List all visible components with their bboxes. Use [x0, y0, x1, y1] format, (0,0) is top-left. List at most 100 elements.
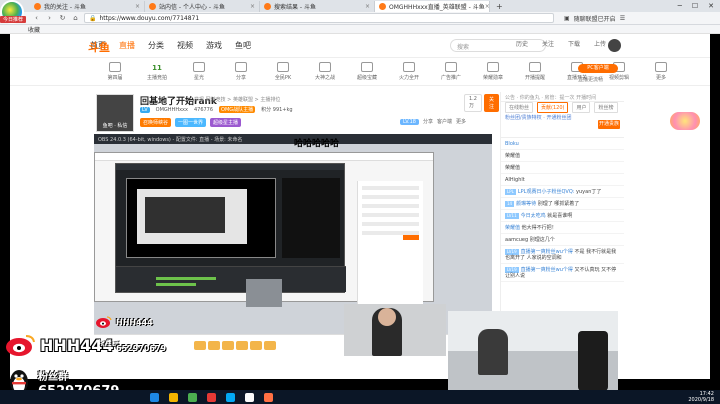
- anchor-tag[interactable]: 超级星主播: [210, 118, 242, 127]
- tab-title: 站内信 - 个人中心 - 斗鱼: [159, 3, 225, 11]
- browser-tab[interactable]: 站内信 - 个人中心 - 斗鱼 ×: [145, 0, 260, 12]
- chat-username[interactable]: 荣耀值: [505, 225, 520, 231]
- browser-tab-active[interactable]: OMGHHHxxx直播_英雄联盟 - 斗鱼 ×: [375, 0, 490, 12]
- gift-icon: [235, 62, 247, 72]
- toolbar-item[interactable]: 大神之战: [308, 62, 342, 81]
- nav-item[interactable]: 视频: [177, 40, 193, 51]
- chart-icon: [109, 62, 121, 72]
- trophy-icon: [319, 62, 331, 72]
- toolbar-item[interactable]: 更多: [644, 62, 678, 81]
- client-button[interactable]: 客户端: [437, 118, 452, 125]
- more-icon: [655, 62, 667, 72]
- extension-icon[interactable]: ▣: [564, 15, 570, 22]
- address-bar: ‹ › ↻ ⌂ 🔒 https://www.douyu.com/7714871 ▣…: [0, 12, 720, 25]
- user-level-badge: LV11: [505, 213, 519, 219]
- toolbar-label: 主播竞拍: [146, 75, 167, 81]
- gift-icon[interactable]: [222, 341, 234, 350]
- qq-group-number: 652970679: [116, 344, 167, 353]
- toolbar-item[interactable]: 荣耀勋章: [476, 62, 510, 81]
- toolbar-item[interactable]: 第四届: [98, 62, 132, 81]
- toolbar-item[interactable]: 全民PK: [266, 62, 300, 81]
- close-tab-icon[interactable]: ×: [135, 3, 140, 10]
- menu-icon[interactable]: ☰: [620, 15, 625, 22]
- chat-username[interactable]: 颜琳等待: [516, 201, 536, 207]
- follow-icon[interactable]: 关注: [542, 39, 554, 48]
- home-icon[interactable]: ⌂: [71, 14, 80, 22]
- browser-tab[interactable]: 我的关注 - 斗鱼 ×: [30, 0, 145, 12]
- qq-icon[interactable]: [226, 392, 235, 402]
- douyu-logo[interactable]: 斗鱼: [88, 39, 110, 55]
- chat-tab[interactable]: 用户: [572, 101, 591, 113]
- chat-username[interactable]: Bloku: [505, 141, 519, 147]
- download-icon[interactable]: 下载: [568, 39, 580, 48]
- close-tab-icon[interactable]: ×: [250, 3, 255, 10]
- close-window-icon[interactable]: ✕: [708, 2, 714, 10]
- chat-username[interactable]: LPL观赛日小子粉丝QVQ:: [518, 189, 575, 195]
- upload-icon[interactable]: 上传: [594, 39, 606, 48]
- user-level-badge: LPL: [505, 189, 516, 195]
- toolbar-item[interactable]: 广告推广: [434, 62, 468, 81]
- nav-item-active[interactable]: 直播: [119, 40, 135, 51]
- nav-item[interactable]: 游戏: [206, 40, 222, 51]
- chat-username[interactable]: 直播第一爽粉丝wu个得: [521, 267, 573, 273]
- toolbar-item[interactable]: 分享: [224, 62, 258, 81]
- toolbar-item[interactable]: 火力全开: [392, 62, 426, 81]
- browser-tab[interactable]: 搜索结果 - 斗鱼 ×: [260, 0, 375, 12]
- follow-button[interactable]: 关注: [483, 94, 499, 112]
- fans-score: 积分 991+kg: [261, 107, 293, 113]
- share-button[interactable]: 分享: [423, 118, 433, 125]
- gift-icon[interactable]: [194, 341, 206, 350]
- gift-list: [194, 341, 276, 350]
- back-icon[interactable]: ‹: [32, 14, 41, 22]
- close-tab-icon[interactable]: ×: [365, 3, 370, 10]
- system-clock[interactable]: 17:42 2020/9/18: [688, 391, 714, 403]
- gift-icon[interactable]: [264, 341, 276, 350]
- anchor-tag[interactable]: 召唤师峡谷: [140, 118, 172, 127]
- gift-icon[interactable]: [236, 341, 248, 350]
- fans-club-button[interactable]: 开通贵族: [598, 120, 620, 129]
- more-button[interactable]: 更多: [456, 118, 466, 125]
- pc-client-button[interactable]: PC客户端: [578, 64, 618, 73]
- chat-tab-active[interactable]: 贡献(120): [537, 101, 569, 113]
- anchor-meta: LV OMGHHHxxx 476776 OMG战队主播 积分 991+kg: [140, 106, 293, 113]
- anchor-tags: 召唤师峡谷 一图一世界 超级星主播: [140, 118, 242, 127]
- obs-icon[interactable]: [245, 392, 254, 402]
- app-icon[interactable]: [207, 392, 216, 402]
- new-tab-icon[interactable]: +: [496, 2, 503, 11]
- url-field[interactable]: 🔒 https://www.douyu.com/7714871: [84, 13, 554, 23]
- anchor-name[interactable]: OMGHHHxxx: [156, 107, 188, 113]
- user-avatar[interactable]: [608, 39, 621, 52]
- bookmark-item[interactable]: 收藏: [28, 25, 40, 34]
- nav-item[interactable]: 分类: [148, 40, 164, 51]
- nav-item[interactable]: 鱼吧: [235, 40, 251, 51]
- toolbar-item[interactable]: 星光: [182, 62, 216, 81]
- toolbar-item[interactable]: 超级宝藏: [350, 62, 384, 81]
- chat-tab[interactable]: 粉丝榜: [594, 101, 618, 113]
- weibo-handle: HHH444: [116, 318, 153, 327]
- toolbar-item[interactable]: 开播提醒: [518, 62, 552, 81]
- chat-text: yuyan丁了: [576, 189, 602, 195]
- toolbar-label: 视频剪辑: [608, 75, 629, 81]
- chat-sticker: [668, 110, 702, 132]
- browser-icon[interactable]: [188, 392, 197, 402]
- chat-line: [362, 195, 419, 199]
- gift-icon[interactable]: [250, 341, 262, 350]
- follow-group: 1.2万 关注: [464, 94, 499, 112]
- douyu-icon[interactable]: [264, 392, 273, 402]
- gift-icon[interactable]: [208, 341, 220, 350]
- minimize-icon[interactable]: ─: [678, 2, 682, 10]
- rank-badge[interactable]: OMG战队主播: [219, 106, 256, 113]
- forward-icon[interactable]: ›: [45, 14, 54, 22]
- chat-username[interactable]: 今日太吃鸡: [521, 213, 546, 219]
- anchor-tag[interactable]: 一图一世界: [175, 118, 207, 127]
- maximize-icon[interactable]: ☐: [692, 2, 698, 10]
- history-icon[interactable]: 历史: [516, 39, 528, 48]
- refresh-icon[interactable]: ↻: [58, 14, 67, 22]
- folder-icon[interactable]: [169, 392, 178, 402]
- fans-club: 粉丝团/贵族特权 · 开通粉丝团 开通贵族: [501, 112, 624, 138]
- close-tab-icon[interactable]: ×: [485, 3, 489, 10]
- room-category[interactable]: 举报 网游竞技 > 英雄联盟 > 主播排位: [194, 96, 280, 103]
- chat-tab[interactable]: 在线粉丝: [505, 101, 534, 113]
- search-icon[interactable]: [150, 392, 159, 402]
- toolbar-item[interactable]: 11 主播竞拍: [140, 62, 174, 81]
